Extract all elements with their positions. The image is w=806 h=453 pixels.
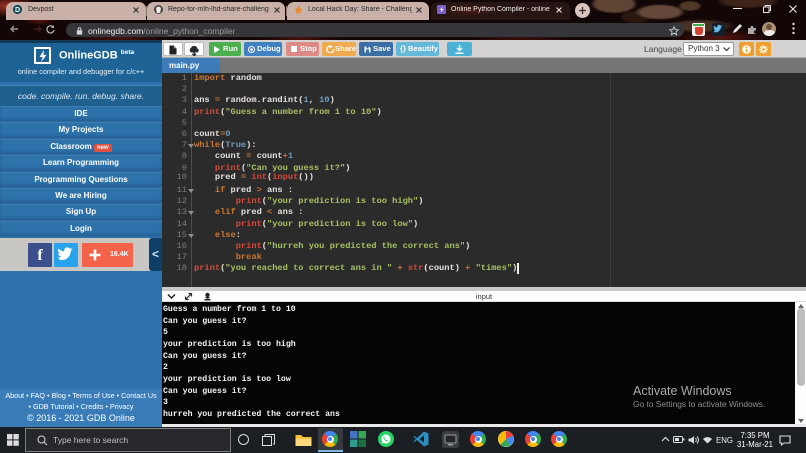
svg-text:D: D [15,7,20,14]
